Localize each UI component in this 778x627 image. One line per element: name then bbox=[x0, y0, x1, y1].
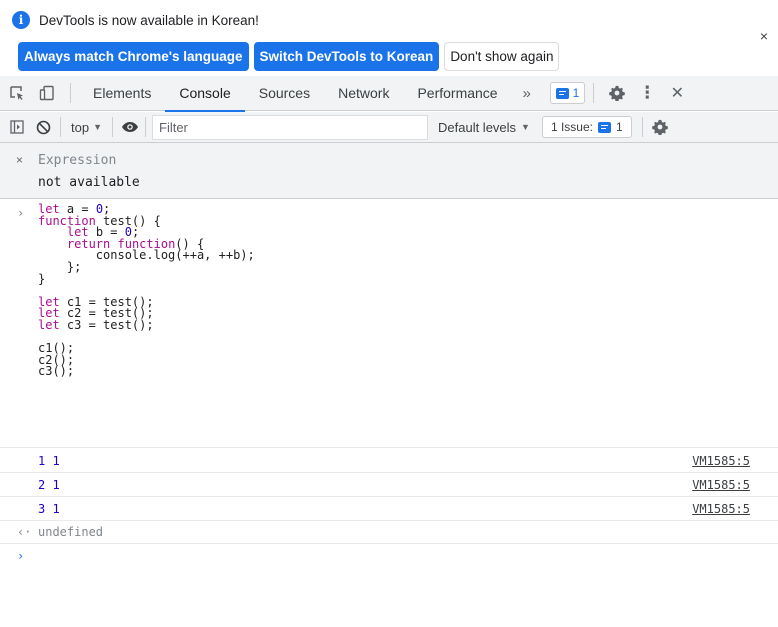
tab-sources[interactable]: Sources bbox=[245, 76, 324, 111]
info-icon: i bbox=[12, 11, 30, 29]
inspect-element-icon[interactable] bbox=[2, 76, 32, 111]
match-language-button[interactable]: Always match Chrome's language bbox=[18, 42, 249, 71]
context-selector[interactable]: top ▼ bbox=[65, 120, 108, 135]
input-code: let a = 0; function test() { let b = 0; r… bbox=[38, 203, 255, 379]
code-line: c3(); bbox=[38, 364, 75, 379]
messages-count: 1 bbox=[572, 86, 580, 100]
console-prompt-input[interactable]: › bbox=[17, 549, 24, 563]
close-infobar-icon[interactable]: × bbox=[756, 28, 772, 44]
tab-network[interactable]: Network bbox=[324, 76, 403, 111]
log-row: 2 1 VM1585:5 bbox=[0, 473, 778, 497]
infobar-message: DevTools is now available in Korean! bbox=[39, 12, 259, 28]
issue-icon bbox=[598, 121, 611, 133]
tab-console[interactable]: Console bbox=[165, 76, 246, 112]
source-link[interactable]: VM1585:5 bbox=[692, 502, 750, 516]
close-devtools-icon[interactable]: ✕ bbox=[662, 76, 692, 111]
console-settings-gear-icon[interactable] bbox=[647, 112, 673, 143]
source-link[interactable]: VM1585:5 bbox=[692, 478, 750, 492]
log-row: 1 1 VM1585:5 bbox=[0, 449, 778, 473]
expression-label[interactable]: Expression bbox=[38, 153, 116, 168]
expression-value: not available bbox=[38, 175, 140, 190]
source-link[interactable]: VM1585:5 bbox=[692, 454, 750, 468]
issues-label: 1 Issue: bbox=[550, 120, 593, 134]
console-input-block: › let a = 0; function test() { let b = 0;… bbox=[0, 203, 778, 448]
code-line: let c3 = test(); bbox=[38, 317, 154, 332]
toolbar-divider bbox=[641, 117, 643, 137]
message-icon bbox=[555, 87, 569, 99]
devtools-tab-bar: Elements Console Sources Network Perform… bbox=[0, 76, 778, 112]
log-value: 2 1 bbox=[38, 478, 60, 492]
toolbar-divider bbox=[112, 117, 113, 137]
clear-console-icon[interactable] bbox=[30, 112, 56, 143]
result-value: undefined bbox=[38, 525, 104, 539]
live-expression: × Expression not available bbox=[0, 143, 778, 199]
input-prompt-icon: › bbox=[17, 206, 25, 220]
infobar-buttons: Always match Chrome's language Switch De… bbox=[18, 42, 560, 71]
result-row: ‹· undefined bbox=[0, 521, 778, 544]
tab-performance[interactable]: Performance bbox=[403, 76, 511, 111]
tab-elements[interactable]: Elements bbox=[79, 76, 165, 111]
messages-badge[interactable]: 1 bbox=[549, 82, 586, 104]
eye-icon[interactable] bbox=[117, 112, 143, 143]
issues-count: 1 bbox=[616, 120, 623, 134]
toolbar-divider bbox=[60, 117, 61, 137]
log-value: 1 1 bbox=[38, 454, 60, 468]
more-tabs-icon[interactable]: » bbox=[512, 76, 542, 111]
filter-input[interactable]: Filter bbox=[152, 114, 428, 140]
log-levels-dropdown[interactable]: Default levels ▼ bbox=[438, 120, 530, 135]
issues-button[interactable]: 1 Issue: 1 bbox=[541, 116, 632, 138]
code-line: }; bbox=[38, 259, 82, 274]
context-label: top bbox=[71, 119, 90, 135]
switch-to-korean-button[interactable]: Switch DevTools to Korean bbox=[253, 42, 440, 71]
sidebar-toggle-icon[interactable] bbox=[4, 112, 30, 143]
dont-show-again-button[interactable]: Don't show again bbox=[444, 42, 560, 71]
code-line: } bbox=[38, 271, 46, 286]
log-row: 3 1 VM1585:5 bbox=[0, 497, 778, 521]
toolbar-divider bbox=[70, 83, 71, 103]
toolbar-divider bbox=[145, 117, 146, 137]
remove-expression-icon[interactable]: × bbox=[16, 153, 23, 167]
toolbar-divider bbox=[593, 83, 595, 103]
customize-menu-icon[interactable]: ⋮ bbox=[632, 76, 662, 111]
chevron-down-icon: ▼ bbox=[93, 122, 102, 132]
result-arrow-icon: ‹· bbox=[17, 525, 32, 539]
language-infobar: i DevTools is now available in Korean! ×… bbox=[0, 0, 778, 74]
log-value: 3 1 bbox=[38, 502, 60, 516]
console-toolbar: top ▼ Filter Default levels ▼ 1 Issue: 1 bbox=[0, 112, 778, 143]
chevron-down-icon: ▼ bbox=[521, 122, 530, 132]
gear-icon[interactable] bbox=[602, 76, 632, 111]
log-levels-label: Default levels bbox=[438, 119, 517, 135]
infobar-message-line: i DevTools is now available in Korean! bbox=[12, 10, 259, 30]
device-toolbar-icon[interactable] bbox=[32, 76, 62, 111]
